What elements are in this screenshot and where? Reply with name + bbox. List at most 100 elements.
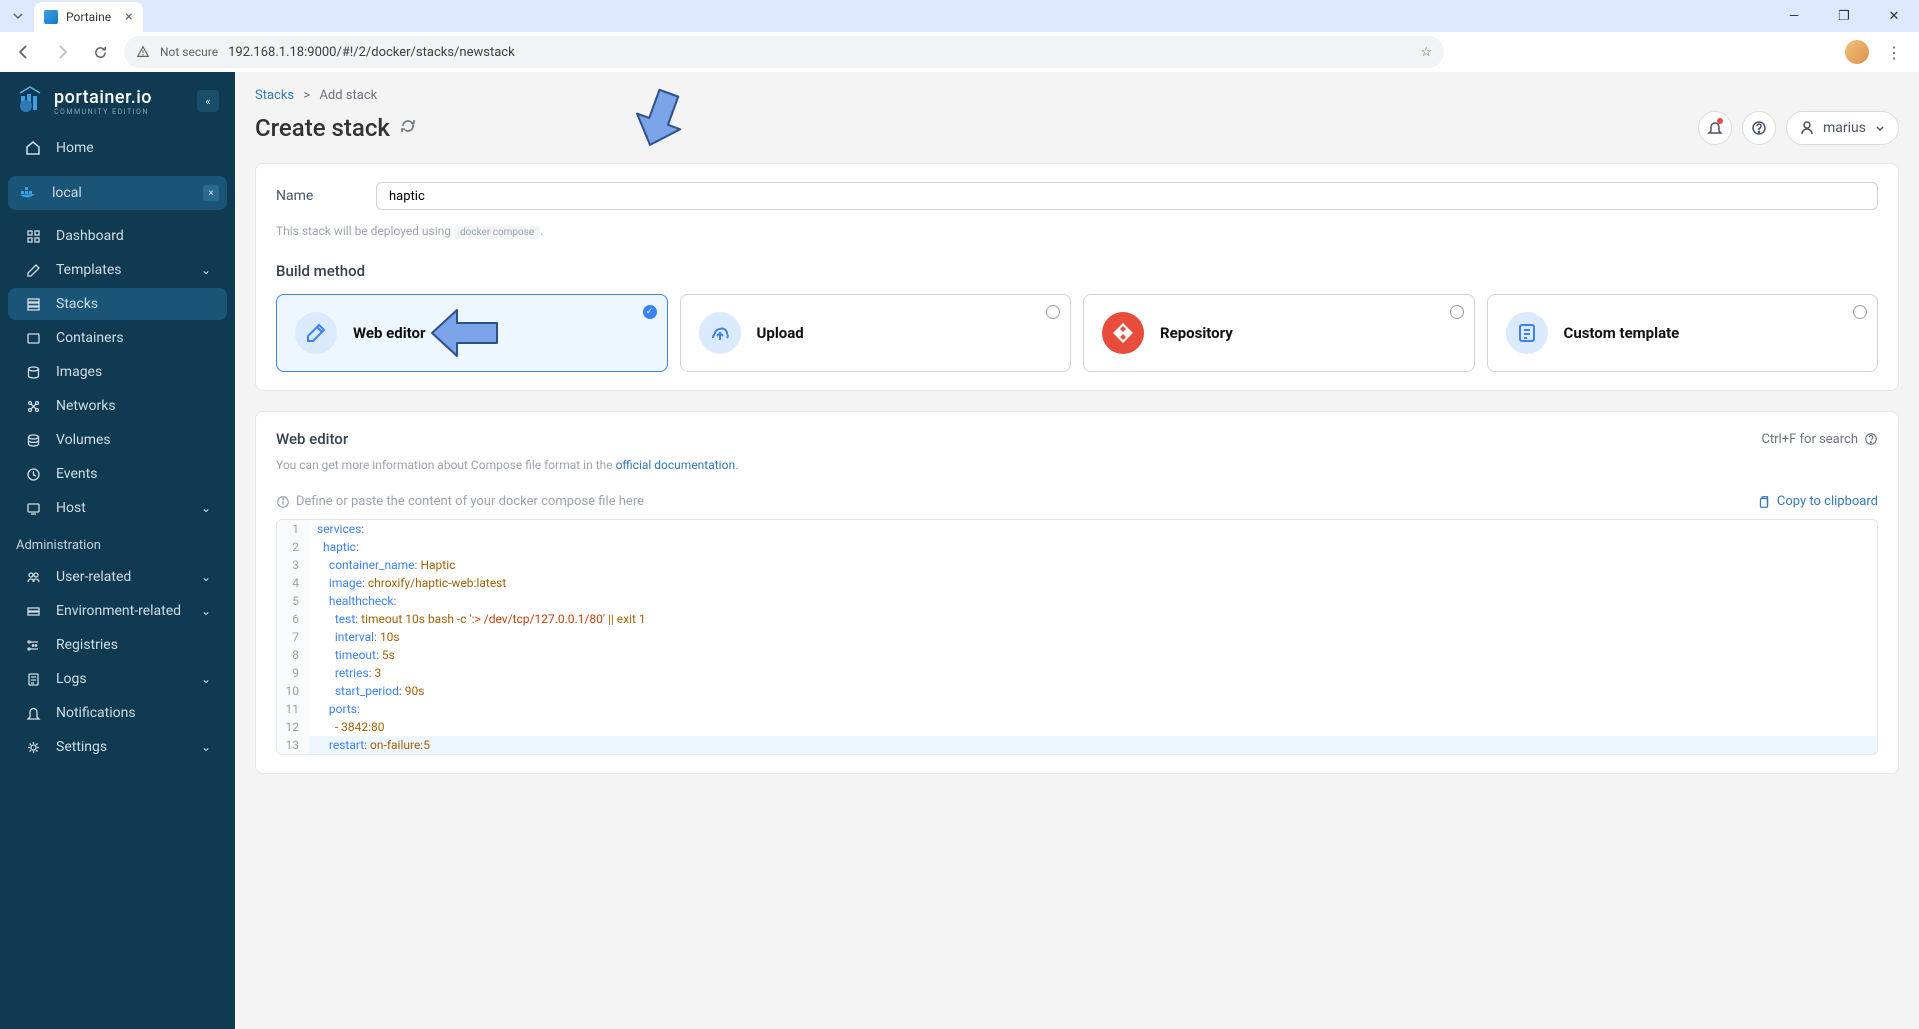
code-line[interactable]: 9 retries: 3 [277,664,1877,682]
sidebar-item-settings[interactable]: Settings ⌄ [8,731,227,763]
code-line[interactable]: 12 - 3842:80 [277,718,1877,736]
nav-reload[interactable] [86,38,114,66]
sidebar-label: Environment-related [56,603,181,619]
editor-placeholder-hint: Define or paste the content of your dock… [276,494,644,509]
chevron-down-icon: ⌄ [201,501,211,515]
code-line[interactable]: 7 interval: 10s [277,628,1877,646]
notifications-button[interactable] [1698,111,1732,145]
sidebar-item-user-related[interactable]: User-related⌄ [8,561,227,593]
window-close[interactable]: ✕ [1877,2,1911,30]
build-method-upload[interactable]: Upload [680,294,1072,372]
build-method-label: Build method [276,262,1878,280]
sidebar-item-registries[interactable]: Registries [8,629,227,661]
chevron-down-icon [1874,122,1886,134]
code-line[interactable]: 2 haptic: [277,538,1877,556]
sidebar-item-containers[interactable]: Containers [8,322,227,354]
code-line[interactable]: 8 timeout: 5s [277,646,1877,664]
sidebar-item-events[interactable]: Events [8,458,227,490]
window-maximize[interactable]: ❐ [1827,2,1861,30]
code-line[interactable]: 10 start_period: 90s [277,682,1877,700]
code-line[interactable]: 6 test: timeout 10s bash -c ':> /dev/tcp… [277,610,1877,628]
breadcrumb: Stacks > Add stack [235,72,1919,111]
sidebar-label: Networks [56,398,116,414]
browser-toolbar: Not secure 192.168.1.18:9000/#!/2/docker… [0,32,1919,72]
url-bar[interactable]: Not secure 192.168.1.18:9000/#!/2/docker… [124,36,1444,68]
help-button[interactable] [1742,111,1776,145]
user-menu[interactable]: marius [1786,111,1899,145]
code-line[interactable]: 4 image: chroxify/haptic-web:latest [277,574,1877,592]
sidebar-label: Volumes [56,432,111,448]
stack-name-input[interactable] [376,182,1878,210]
profile-avatar[interactable] [1845,40,1869,64]
sidebar-item-volumes[interactable]: Volumes [8,424,227,456]
breadcrumb-root[interactable]: Stacks [255,88,294,103]
code-line[interactable]: 5 healthcheck: [277,592,1877,610]
nav-forward[interactable] [48,38,76,66]
sidebar-icon [24,706,42,721]
window-titlebar: Portaine × ― ❐ ✕ [0,0,1919,32]
name-label: Name [276,188,346,204]
help-icon [1864,432,1878,446]
url-text: 192.168.1.18:9000/#!/2/docker/stacks/new… [228,45,515,60]
docker-icon [20,186,38,200]
sidebar-item-home[interactable]: Home [8,132,227,164]
build-method-repository[interactable]: Repository [1083,294,1475,372]
sidebar-item-templates[interactable]: Templates⌄ [8,254,227,286]
radio-indicator [1853,305,1867,319]
sidebar-item-host[interactable]: Host⌄ [8,492,227,524]
sidebar-label: Settings [56,739,107,755]
sidebar-item-dashboard[interactable]: Dashboard [8,220,227,252]
build-method-custom-template[interactable]: Custom template [1487,294,1879,372]
build-method-icon [1506,312,1548,354]
tab-list-chevron[interactable] [8,6,28,26]
sidebar-label: Containers [56,330,124,346]
sidebar-icon [24,229,42,244]
chevron-down-icon: ⌄ [201,740,211,754]
sidebar-label: Dashboard [56,228,124,244]
reload-icon[interactable] [400,118,416,138]
radio-indicator [1046,305,1060,319]
sidebar-item-logs[interactable]: Logs⌄ [8,663,227,695]
home-icon [24,140,42,156]
build-method-title: Custom template [1564,324,1680,342]
browser-tab[interactable]: Portaine × [34,2,143,32]
build-method-icon [295,312,337,354]
warning-icon [136,45,150,59]
sidebar-icon [24,638,42,653]
browser-menu[interactable]: ⋮ [1879,43,1909,62]
sidebar-icon [24,467,42,482]
user-icon [1799,120,1815,136]
sidebar-item-notifications[interactable]: Notifications [8,697,227,729]
copy-to-clipboard[interactable]: Copy to clipboard [1757,494,1878,509]
env-close-icon[interactable]: × [203,185,219,201]
sidebar-collapse-button[interactable]: « [197,90,219,112]
sidebar-item-environment-related[interactable]: Environment-related⌄ [8,595,227,627]
brand-title: portainer.io [54,87,187,108]
info-icon [276,495,290,509]
code-line[interactable]: 11 ports: [277,700,1877,718]
sidebar-item-stacks[interactable]: Stacks [8,288,227,320]
brand-subtitle: COMMUNITY EDITION [54,108,187,116]
window-minimize[interactable]: ― [1777,2,1811,30]
code-editor[interactable]: 1services:2 haptic:3 container_name: Hap… [276,519,1878,755]
sidebar-environment[interactable]: local × [8,176,227,210]
sidebar-item-images[interactable]: Images [8,356,227,388]
sidebar-icon [24,399,42,414]
sidebar-icon [24,263,42,278]
build-method-web-editor[interactable]: Web editor✓ [276,294,668,372]
sidebar-item-networks[interactable]: Networks [8,390,227,422]
code-line[interactable]: 3 container_name: Haptic [277,556,1877,574]
breadcrumb-current: Add stack [319,88,377,103]
code-line[interactable]: 13 restart: on-failure:5 [277,736,1877,754]
docs-link[interactable]: official documentation [616,458,736,472]
sidebar-label: Notifications [56,705,136,721]
sidebar: portainer.io COMMUNITY EDITION « Home lo… [0,72,235,1029]
editor-shortcut-hint: Ctrl+F for search [1761,432,1878,447]
tab-close-icon[interactable]: × [125,9,132,25]
sidebar-icon [24,365,42,380]
bookmark-star-icon[interactable]: ☆ [1420,45,1432,60]
build-method-title: Repository [1160,324,1233,342]
code-line[interactable]: 1services: [277,520,1877,538]
sidebar-section-label: Administration [0,526,235,559]
nav-back[interactable] [10,38,38,66]
